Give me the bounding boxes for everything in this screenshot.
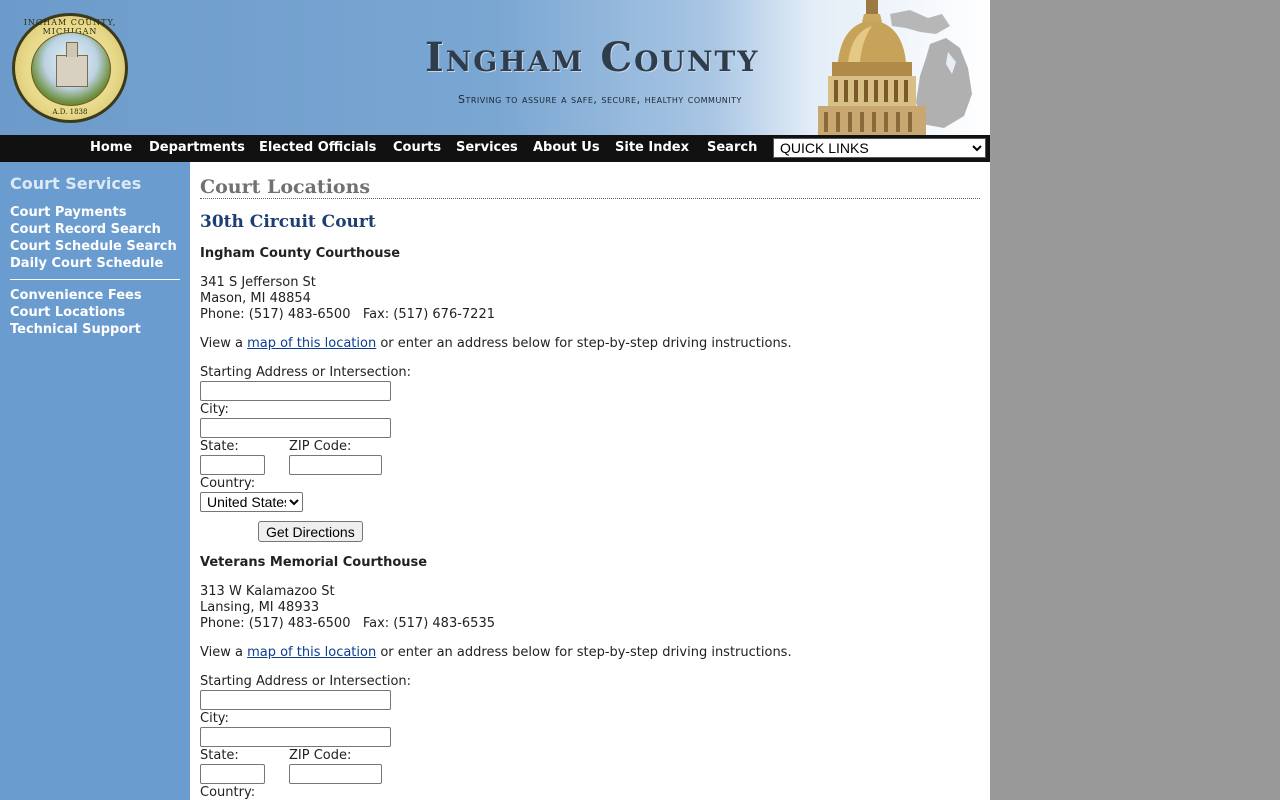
- map-instructions-suffix: or enter an address below for step-by-st…: [376, 645, 792, 660]
- state-input[interactable]: [200, 455, 265, 475]
- state-label: State:: [200, 439, 239, 454]
- start-address-label: Starting Address or Intersection:: [200, 674, 412, 689]
- nav-departments[interactable]: Departments: [149, 140, 245, 155]
- country-select[interactable]: United States: [200, 492, 303, 512]
- city-label: City:: [200, 402, 229, 417]
- quick-links-select[interactable]: QUICK LINKS: [773, 138, 986, 158]
- zip-input[interactable]: [289, 455, 382, 475]
- location-city: Lansing, MI 48933: [200, 600, 320, 615]
- sidebar: Court Services Court Payments Court Reco…: [0, 162, 190, 800]
- start-address-input[interactable]: [200, 381, 391, 401]
- sidebar-item-court-payments[interactable]: Court Payments: [10, 205, 126, 220]
- seal-bottom-text: A.D. 1838: [52, 108, 88, 116]
- map-instructions-prefix: View a: [200, 645, 248, 660]
- location-phone-fax: Phone: (517) 483-6500 Fax: (517) 676-722…: [200, 307, 495, 322]
- state-label: State:: [200, 748, 239, 763]
- location-name: Veterans Memorial Courthouse: [200, 555, 428, 570]
- site-title: Ingham County: [425, 34, 760, 81]
- map-instructions-prefix: View a: [200, 336, 248, 351]
- sidebar-divider: [10, 279, 180, 280]
- city-input[interactable]: [200, 418, 391, 438]
- start-address-input[interactable]: [200, 690, 391, 710]
- state-input[interactable]: [200, 764, 265, 784]
- country-label: Country:: [200, 785, 256, 800]
- sidebar-item-court-locations[interactable]: Court Locations: [10, 305, 125, 320]
- page: INGHAM COUNTY, MICHIGAN A.D. 1838 Ingham…: [0, 0, 990, 800]
- zip-label: ZIP Code:: [289, 748, 352, 763]
- city-label: City:: [200, 711, 229, 726]
- location-phone-fax: Phone: (517) 483-6500 Fax: (517) 483-653…: [200, 616, 495, 631]
- location-street: 341 S Jefferson St: [200, 275, 316, 290]
- zip-input[interactable]: [289, 764, 382, 784]
- city-input[interactable]: [200, 727, 391, 747]
- zip-label: ZIP Code:: [289, 439, 352, 454]
- start-address-label: Starting Address or Intersection:: [200, 365, 412, 380]
- nav-courts[interactable]: Courts: [393, 140, 441, 155]
- nav-home[interactable]: Home: [90, 140, 132, 155]
- sidebar-item-technical-support[interactable]: Technical Support: [10, 322, 141, 337]
- location-name: Ingham County Courthouse: [200, 246, 401, 261]
- nav-site-index[interactable]: Site Index: [615, 140, 689, 155]
- sidebar-item-court-record-search[interactable]: Court Record Search: [10, 222, 161, 237]
- sidebar-item-convenience-fees[interactable]: Convenience Fees: [10, 288, 142, 303]
- county-seal-logo[interactable]: INGHAM COUNTY, MICHIGAN A.D. 1838: [12, 13, 128, 123]
- sidebar-item-daily-court-schedule[interactable]: Daily Court Schedule: [10, 256, 163, 271]
- site-header: INGHAM COUNTY, MICHIGAN A.D. 1838 Ingham…: [0, 0, 990, 135]
- location-street: 313 W Kalamazoo St: [200, 584, 335, 599]
- title-divider: [200, 198, 980, 199]
- map-link[interactable]: map of this location: [247, 336, 376, 351]
- sidebar-item-court-schedule-search[interactable]: Court Schedule Search: [10, 239, 177, 254]
- site-tagline: Striving to assure a safe, secure, healt…: [458, 93, 742, 106]
- main-content: Court Locations 30th Circuit Court Ingha…: [190, 162, 990, 800]
- map-instructions: View a map of this location or enter an …: [200, 336, 792, 351]
- country-label: Country:: [200, 476, 256, 491]
- court-heading: 30th Circuit Court: [200, 212, 376, 232]
- main-nav: Home Departments Elected Officials Court…: [0, 135, 990, 162]
- capitol-dome-image: [818, 0, 926, 135]
- get-directions-button[interactable]: Get Directions: [258, 521, 363, 542]
- map-instructions: View a map of this location or enter an …: [200, 645, 792, 660]
- nav-about-us[interactable]: About Us: [533, 140, 600, 155]
- map-link[interactable]: map of this location: [247, 645, 376, 660]
- nav-services[interactable]: Services: [456, 140, 518, 155]
- seal-courthouse-image: [31, 32, 111, 106]
- courthouse-icon: [56, 42, 88, 87]
- map-instructions-suffix: or enter an address below for step-by-st…: [376, 336, 792, 351]
- nav-elected-officials[interactable]: Elected Officials: [259, 140, 376, 155]
- location-city: Mason, MI 48854: [200, 291, 311, 306]
- page-title: Court Locations: [200, 176, 371, 198]
- sidebar-title: Court Services: [10, 174, 142, 193]
- nav-search[interactable]: Search: [707, 140, 757, 155]
